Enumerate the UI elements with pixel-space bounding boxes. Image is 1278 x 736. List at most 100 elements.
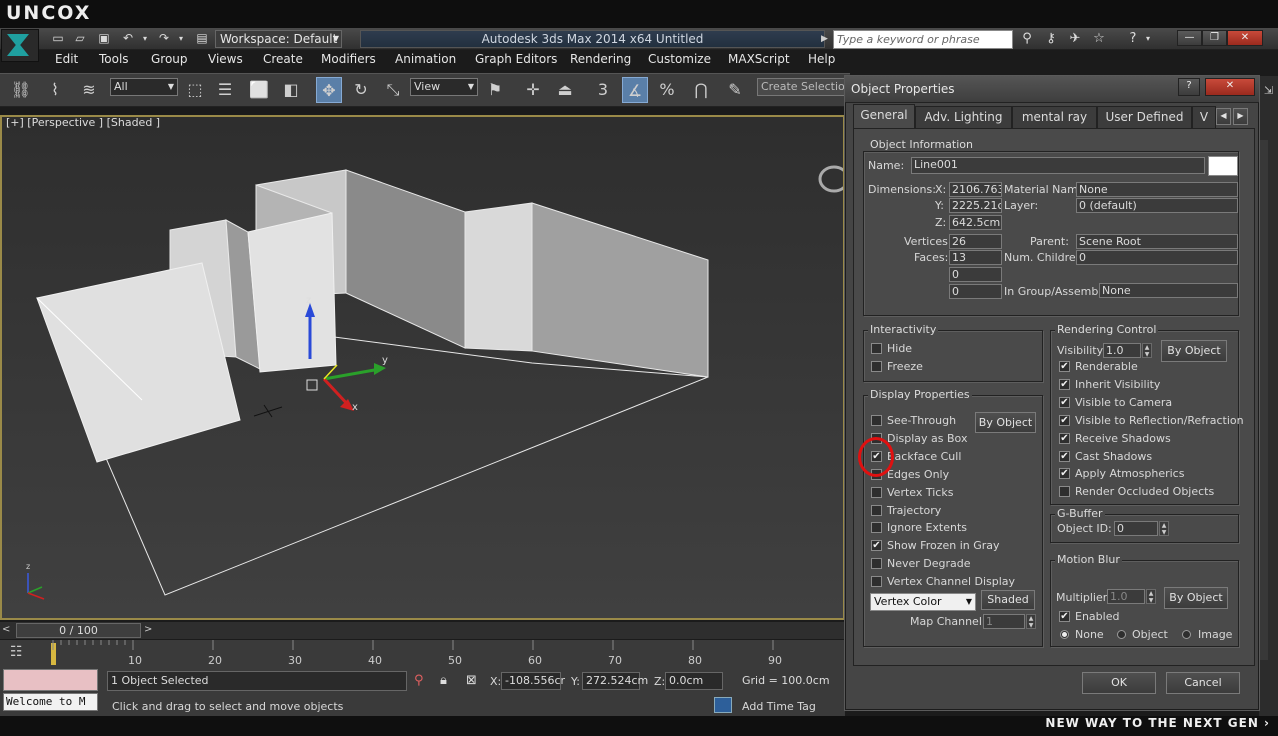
object-id-field[interactable]: 0 bbox=[1114, 521, 1158, 536]
hide-checkbox[interactable] bbox=[871, 343, 882, 354]
menu-group[interactable]: Group bbox=[151, 52, 188, 66]
select-move-icon[interactable]: ✥ bbox=[316, 77, 342, 103]
angle-snap-icon[interactable]: ∡ bbox=[622, 77, 648, 103]
renderable-checkbox[interactable]: ✔ bbox=[1059, 361, 1070, 372]
apply-atmospherics-checkbox[interactable]: ✔ bbox=[1059, 468, 1070, 480]
render-by-object-button[interactable]: By Object bbox=[1161, 340, 1227, 362]
map-channel-field[interactable]: 1 bbox=[983, 614, 1025, 629]
chevron-left-icon[interactable]: < bbox=[2, 624, 10, 635]
visible-to-camera-checkbox[interactable]: ✔ bbox=[1059, 396, 1070, 408]
never-degrade-checkbox[interactable] bbox=[871, 558, 882, 570]
show-frozen-in-gray-checkbox[interactable]: ✔ bbox=[871, 540, 882, 552]
tab-mental-ray[interactable]: mental ray bbox=[1012, 106, 1097, 128]
workspace-select[interactable]: Workspace: Default ▼ bbox=[215, 30, 342, 48]
binoculars-icon[interactable]: ⚲ bbox=[1017, 31, 1037, 47]
percent-snap-icon[interactable]: % bbox=[654, 77, 680, 103]
menu-customize[interactable]: Customize bbox=[648, 52, 711, 66]
selection-lock-icon[interactable]: 🔒︎ bbox=[440, 673, 447, 688]
restore-button[interactable]: ❐ bbox=[1202, 30, 1227, 46]
search-input[interactable]: Type a keyword or phrase bbox=[833, 30, 1013, 49]
pivot-center-icon[interactable]: ⚑ bbox=[482, 77, 508, 103]
receive-shadows-checkbox[interactable]: ✔ bbox=[1059, 432, 1070, 444]
freeze-checkbox[interactable] bbox=[871, 361, 882, 372]
undo-icon[interactable]: ↶ bbox=[120, 31, 136, 46]
menu-graph-editors[interactable]: Graph Editors bbox=[475, 52, 557, 66]
select-scale-icon[interactable]: ⤡ bbox=[380, 77, 406, 103]
visibility-spinner[interactable]: ▲ ▼ bbox=[1142, 343, 1152, 358]
visibility-field[interactable]: 1.0 bbox=[1103, 343, 1141, 358]
rectangular-selection-icon[interactable]: ⬜ bbox=[246, 77, 272, 103]
motion-image-radio[interactable] bbox=[1182, 630, 1191, 639]
motion-none-radio[interactable] bbox=[1060, 630, 1069, 639]
vertex-ticks-checkbox[interactable] bbox=[871, 486, 882, 498]
minimize-button[interactable]: — bbox=[1177, 30, 1202, 46]
new-file-icon[interactable]: ▭ bbox=[50, 31, 66, 46]
menu-rendering[interactable]: Rendering bbox=[570, 52, 631, 66]
tab-general[interactable]: General bbox=[853, 104, 915, 128]
menu-edit[interactable]: Edit bbox=[55, 52, 78, 66]
menu-modifiers[interactable]: Modifiers bbox=[321, 52, 376, 66]
x-coord-field[interactable]: -108.556cr bbox=[501, 672, 565, 690]
z-coord-field[interactable]: 0.0cm bbox=[665, 672, 723, 690]
spinner-snap-icon[interactable]: ⋂ bbox=[688, 77, 714, 103]
keyboard-shortcut-override-icon[interactable]: ⏏ bbox=[552, 77, 578, 103]
display-by-object-button[interactable]: By Object bbox=[975, 412, 1036, 433]
shaded-button[interactable]: Shaded bbox=[981, 590, 1035, 610]
snaps-toggle-icon[interactable]: 3 bbox=[590, 77, 616, 103]
app-button[interactable] bbox=[1, 29, 39, 62]
menu-help[interactable]: Help bbox=[808, 52, 835, 66]
reference-coordinate-select[interactable]: View ▼ bbox=[410, 78, 478, 96]
viewcube-icon[interactable] bbox=[818, 165, 843, 193]
see-through-checkbox[interactable] bbox=[871, 415, 882, 426]
open-file-icon[interactable]: ▱ bbox=[72, 31, 88, 46]
menu-views[interactable]: Views bbox=[208, 52, 243, 66]
select-rotate-icon[interactable]: ↻ bbox=[348, 77, 374, 103]
subscription-key-icon[interactable]: ⚷ bbox=[1041, 31, 1061, 47]
tabs-scroll-right-icon[interactable]: ▶ bbox=[1233, 108, 1248, 125]
multiplier-spinner[interactable]: ▲ ▼ bbox=[1146, 589, 1156, 604]
inherit-visibility-checkbox[interactable]: ✔ bbox=[1059, 378, 1070, 390]
ok-button[interactable]: OK bbox=[1082, 672, 1156, 694]
redo-dropdown-icon[interactable]: ▾ bbox=[176, 31, 186, 46]
multiplier-field[interactable]: 1.0 bbox=[1107, 589, 1145, 604]
mini-curve-editor-icon[interactable]: ☷ bbox=[10, 644, 23, 660]
select-by-name-icon[interactable]: ☰ bbox=[212, 77, 238, 103]
motion-by-object-button[interactable]: By Object bbox=[1164, 587, 1228, 609]
y-coord-field[interactable]: 272.524cm bbox=[582, 672, 648, 690]
help-icon[interactable]: ? bbox=[1123, 31, 1143, 47]
chevron-right-icon[interactable]: ▶ bbox=[821, 31, 833, 47]
cancel-button[interactable]: Cancel bbox=[1166, 672, 1240, 694]
map-channel-spinner[interactable]: ▲ ▼ bbox=[1026, 614, 1036, 629]
panel-arrow-icon[interactable]: ⇲ bbox=[1264, 84, 1273, 97]
tab-adv-lighting[interactable]: Adv. Lighting bbox=[915, 106, 1012, 128]
motion-object-radio[interactable] bbox=[1117, 630, 1126, 639]
chevron-right-icon[interactable]: > bbox=[144, 624, 152, 635]
select-object-icon[interactable]: ⬚ bbox=[182, 77, 208, 103]
tabs-scroll-left-icon[interactable]: ◀ bbox=[1216, 108, 1231, 125]
edit-named-selections-icon[interactable]: ✎ bbox=[722, 77, 748, 103]
bind-space-warp-icon[interactable]: ≋ bbox=[76, 77, 102, 103]
help-dropdown-icon[interactable]: ▾ bbox=[1143, 31, 1153, 47]
select-manipulate-icon[interactable]: ✛ bbox=[520, 77, 546, 103]
menu-maxscript[interactable]: MAXScript bbox=[728, 52, 790, 66]
ignore-extents-checkbox[interactable] bbox=[871, 522, 882, 534]
tab-user-defined[interactable]: User Defined bbox=[1097, 106, 1192, 128]
dialog-close-button[interactable]: ✕ bbox=[1205, 78, 1255, 96]
trajectory-checkbox[interactable] bbox=[871, 504, 882, 516]
object-id-spinner[interactable]: ▲ ▼ bbox=[1159, 521, 1169, 536]
favorites-star-icon[interactable]: ☆ bbox=[1089, 31, 1109, 47]
redo-icon[interactable]: ↷ bbox=[156, 31, 172, 46]
maxscript-listener-white[interactable]: Welcome to M bbox=[3, 693, 98, 711]
project-folder-icon[interactable]: ▤ bbox=[194, 31, 210, 46]
visible-to-reflection-refraction-checkbox[interactable]: ✔ bbox=[1059, 414, 1070, 426]
vertex-channel-display-checkbox[interactable] bbox=[871, 576, 882, 588]
motion-blur-enabled-checkbox[interactable]: ✔ bbox=[1059, 611, 1070, 622]
time-slider-thumb[interactable]: 0 / 100 bbox=[16, 623, 141, 638]
selection-filter-select[interactable]: All ▼ bbox=[110, 78, 178, 96]
time-tag-icon[interactable] bbox=[714, 697, 732, 713]
menu-animation[interactable]: Animation bbox=[395, 52, 456, 66]
link-icon[interactable]: ⛓ bbox=[8, 77, 34, 103]
add-time-tag[interactable]: Add Time Tag bbox=[742, 700, 816, 713]
menu-tools[interactable]: Tools bbox=[99, 52, 129, 66]
save-icon[interactable]: ▣ bbox=[96, 31, 112, 46]
